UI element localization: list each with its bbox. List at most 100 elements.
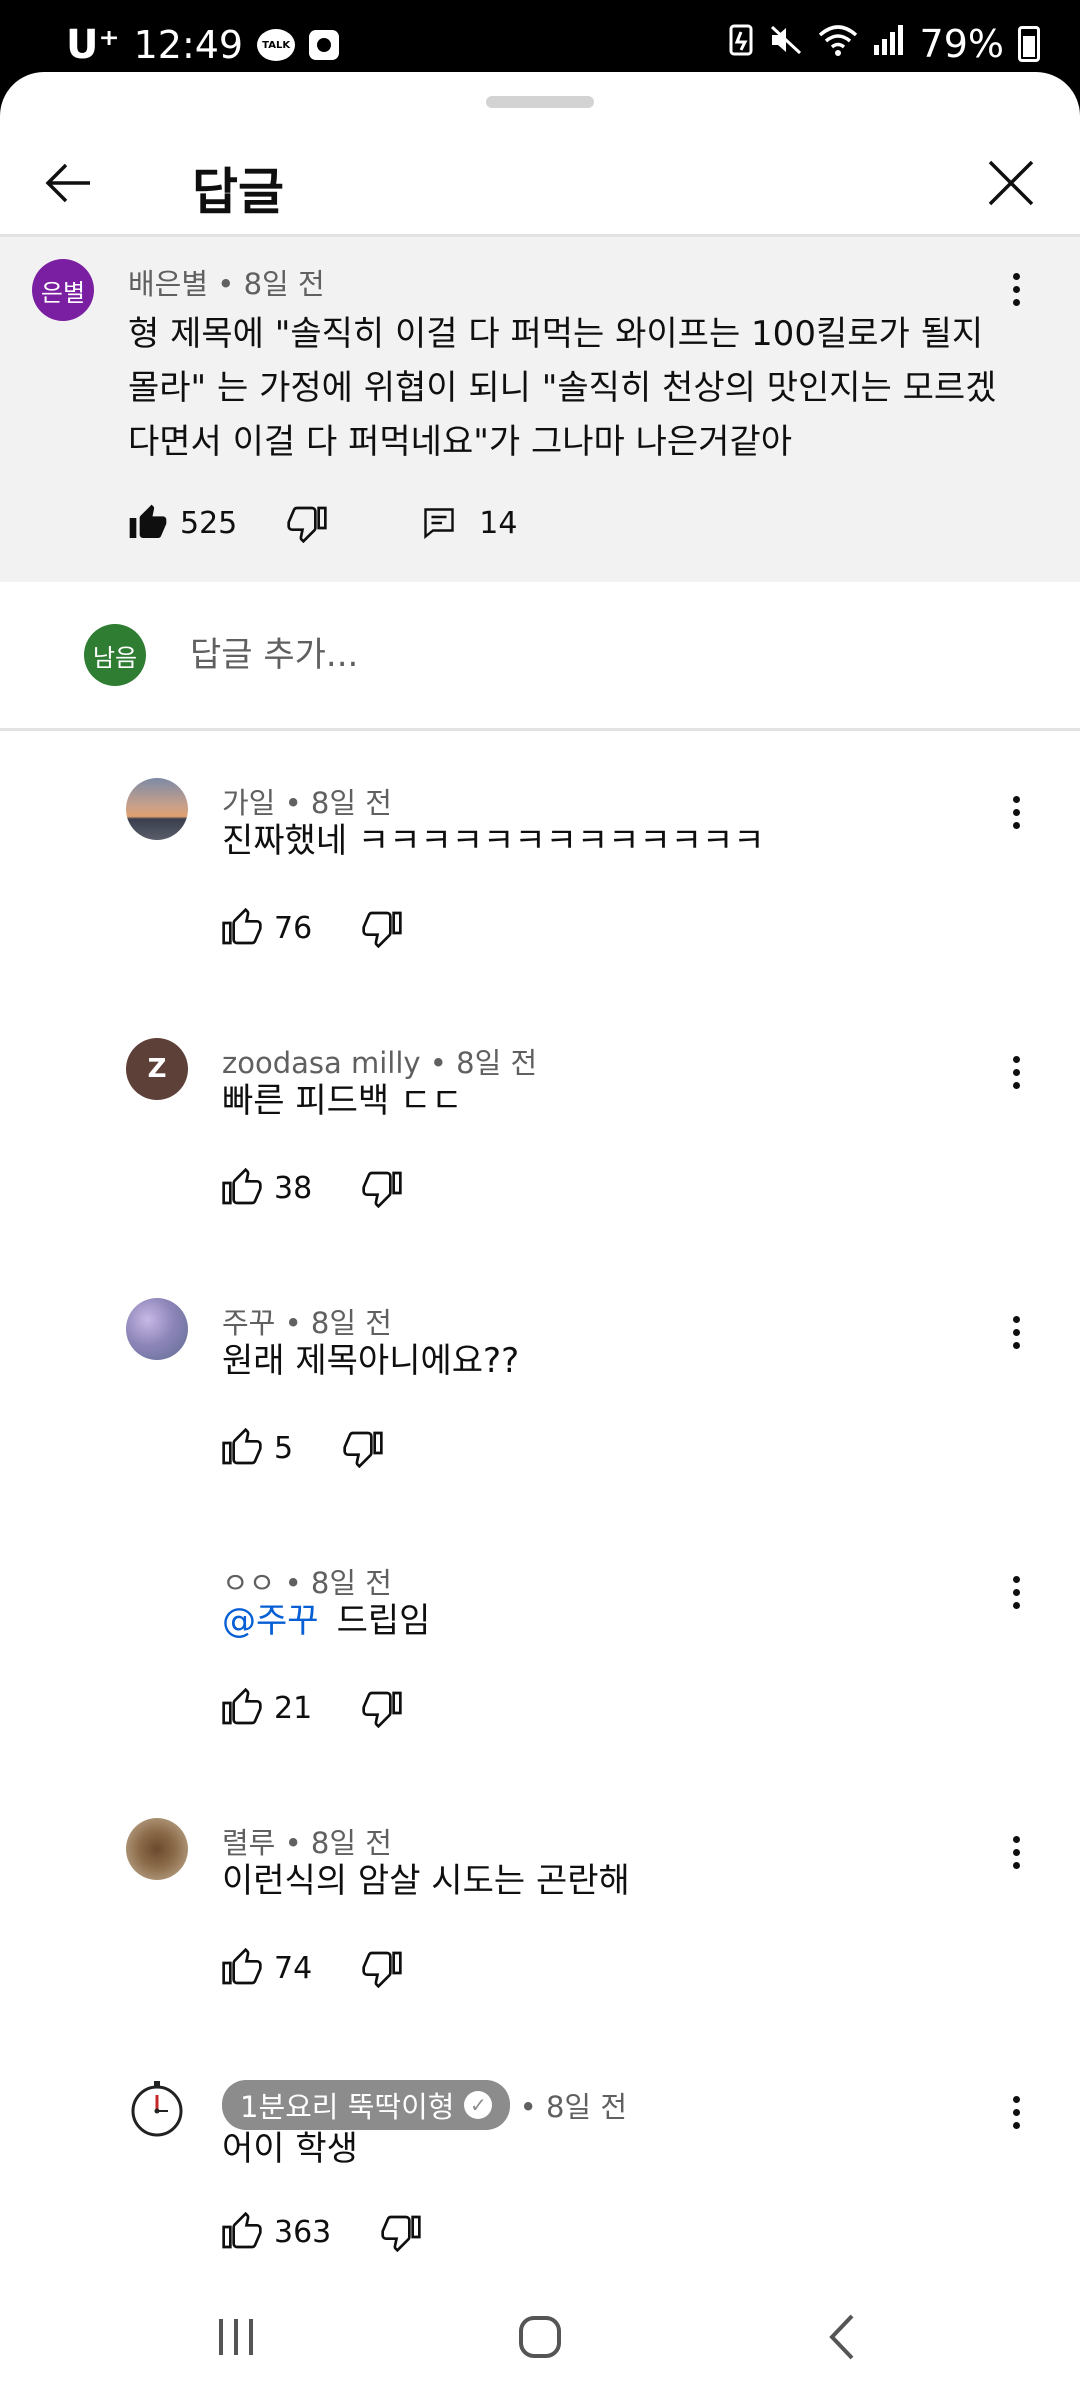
avatar[interactable]: Z (126, 1038, 188, 1100)
back-button[interactable] (34, 148, 104, 218)
back-nav-button[interactable] (802, 2302, 882, 2372)
comment-actions: 74 (220, 1946, 404, 1990)
reply-input[interactable] (190, 622, 990, 688)
comment-text: 이런식의 암살 시도는 곤란해 (222, 1861, 630, 1901)
comment-author: 1분요리 뚝딱이형 (240, 2090, 455, 2124)
recent-apps-button[interactable] (196, 2302, 276, 2372)
thumbs-up-filled-icon (129, 504, 167, 538)
replies-sheet: 답글 은별 배은별 • 8일 전 형 제목에 "솔직히 이걸 다 퍼먹는 와이프… (0, 72, 1080, 2400)
comment-actions: 5 (220, 1426, 385, 1470)
like-button[interactable] (220, 2210, 264, 2254)
like-button[interactable] (126, 501, 170, 545)
reply-item: Z zoodasa milly • 8일 전 빠른 피드백 ㄷㄷ 38 (0, 1028, 1080, 1288)
reply-item: 렬루 • 8일 전 이런식의 암살 시도는 곤란해 74 (0, 1808, 1080, 2068)
more-options-button[interactable] (996, 2082, 1036, 2142)
dislike-button[interactable] (360, 1686, 404, 1730)
more-options-button[interactable] (996, 1562, 1036, 1622)
like-count: 363 (274, 2214, 332, 2250)
system-nav-bar (0, 2272, 1080, 2400)
carrier-label: U⁺ (66, 22, 120, 68)
thumbs-down-icon (362, 1691, 402, 1728)
thumbs-down-icon (381, 2215, 421, 2252)
wifi-icon (818, 22, 858, 66)
like-count: 525 (180, 505, 238, 541)
more-options-button[interactable] (996, 1822, 1036, 1882)
avatar[interactable] (126, 2078, 188, 2140)
thumbs-up-icon (222, 1688, 262, 1725)
mute-icon (768, 22, 804, 66)
mention-link[interactable]: @주꾸 (222, 1601, 319, 1641)
close-button[interactable] (976, 148, 1046, 218)
comment-text: 진짜했네 ㅋㅋㅋㅋㅋㅋㅋㅋㅋㅋㅋㅋㅋ (222, 821, 765, 861)
thumbs-up-icon (222, 2212, 262, 2249)
like-button[interactable] (220, 1686, 264, 1730)
record-icon (309, 30, 340, 60)
comment-text: 형 제목에 "솔직히 이걸 다 퍼먹는 와이프는 100킬로가 될지몰라" 는 … (128, 314, 997, 462)
dislike-button[interactable] (360, 1946, 404, 1990)
comment-actions: 76 (220, 906, 404, 950)
thumbs-down-icon (343, 1431, 383, 1468)
thumbs-up-icon (222, 1168, 262, 1205)
reply-item: 가일 • 8일 전 진짜했네 ㅋㅋㅋㅋㅋㅋㅋㅋㅋㅋㅋㅋㅋ 76 (0, 768, 1080, 1028)
drag-handle[interactable] (486, 96, 594, 108)
reply-item: 주꾸 • 8일 전 원래 제목아니에요?? 5 (0, 1288, 1080, 1548)
battery-saver-icon (728, 22, 754, 66)
meta-separator: • (519, 2090, 537, 2124)
thumbs-down-icon (362, 1951, 402, 1988)
comment-body: 드립임 (336, 1601, 431, 1641)
thumbs-down-icon (362, 1171, 402, 1208)
avatar[interactable] (126, 778, 188, 840)
battery-level: 79% (919, 22, 1004, 66)
avatar[interactable] (126, 1818, 188, 1880)
more-options-button[interactable] (996, 782, 1036, 842)
more-options-button[interactable] (996, 1302, 1036, 1362)
signal-icon (872, 22, 906, 66)
status-bar-right: 79% (728, 22, 1040, 66)
parent-comment: 은별 배은별 • 8일 전 형 제목에 "솔직히 이걸 다 퍼먹는 와이프는 1… (0, 237, 1080, 582)
comment-author[interactable]: 배은별 (128, 267, 208, 301)
thumbs-up-icon (222, 1948, 262, 1985)
like-count: 5 (274, 1430, 294, 1466)
thumbs-up-icon (222, 908, 262, 945)
comment-time: 8일 전 (243, 267, 325, 301)
chevron-left-icon (829, 2314, 854, 2360)
like-count: 74 (274, 1950, 313, 1986)
comment-meta: 배은별 • 8일 전 (128, 261, 325, 303)
arrow-left-icon (45, 163, 90, 203)
recent-apps-icon (219, 2319, 253, 2355)
reply-button[interactable] (417, 501, 461, 545)
home-button[interactable] (500, 2302, 580, 2372)
battery-icon (1018, 26, 1040, 62)
comment-actions: 21 (220, 1686, 404, 1730)
like-button[interactable] (220, 1946, 264, 1990)
clock-logo-icon (131, 2081, 183, 2137)
add-reply-row: 남음 (0, 582, 1080, 728)
dislike-button[interactable] (360, 906, 404, 950)
close-icon (988, 160, 1034, 206)
dislike-button[interactable] (379, 2210, 423, 2254)
like-count: 38 (274, 1170, 313, 1206)
divider (0, 728, 1080, 731)
comment-text: 원래 제목아니에요?? (222, 1341, 520, 1381)
comment-icon (424, 508, 454, 539)
comment-text: @주꾸 드립임 (222, 1594, 1002, 1648)
thumbs-down-icon (287, 506, 327, 543)
like-button[interactable] (220, 1166, 264, 1210)
like-button[interactable] (220, 906, 264, 950)
comment-text: 어이 학생 (222, 2129, 358, 2169)
dislike-button[interactable] (285, 501, 329, 545)
like-count: 21 (274, 1690, 313, 1726)
like-button[interactable] (220, 1426, 264, 1470)
dislike-button[interactable] (360, 1166, 404, 1210)
more-options-button[interactable] (996, 259, 1036, 319)
dislike-button[interactable] (341, 1426, 385, 1470)
thumbs-down-icon (362, 911, 402, 948)
verified-check-icon: ✓ (464, 2091, 493, 2119)
avatar[interactable]: 은별 (32, 259, 94, 321)
avatar: 남음 (84, 624, 146, 686)
more-options-button[interactable] (996, 1042, 1036, 1102)
comment-time: 8일 전 (545, 2090, 628, 2124)
avatar[interactable] (126, 1298, 188, 1360)
comment-actions: 525 14 (126, 501, 517, 545)
comment-actions: 363 (220, 2210, 423, 2254)
